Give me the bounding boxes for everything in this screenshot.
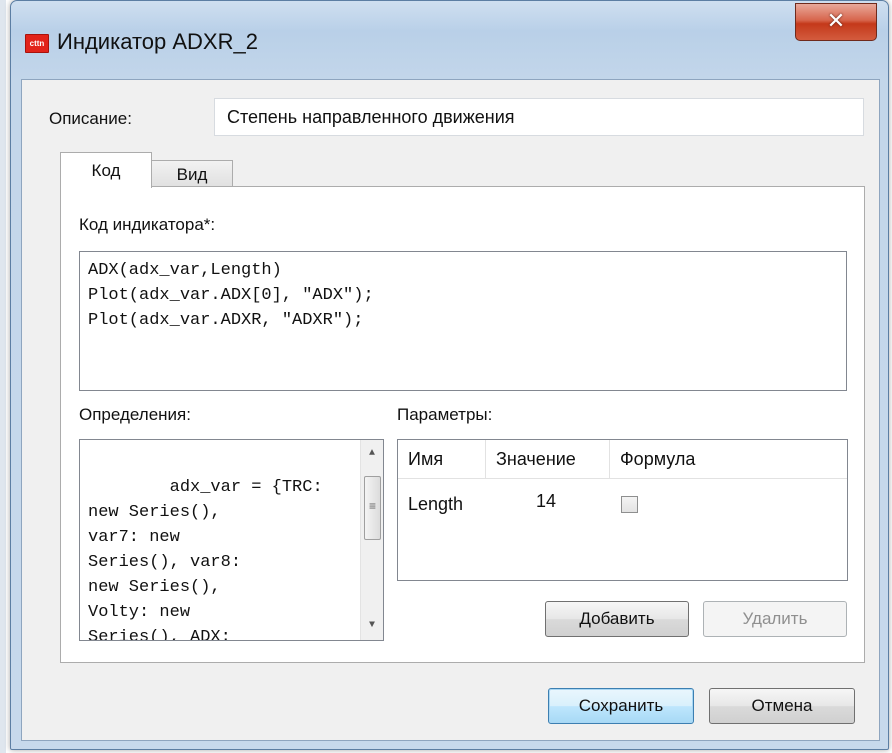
column-header-formula[interactable]: Формула — [610, 440, 847, 478]
formula-checkbox[interactable] — [621, 496, 638, 513]
title-bar[interactable]: cttn Индикатор ADXR_2 ✕ — [11, 1, 888, 81]
background-app-edge — [0, 0, 6, 753]
param-value-cell[interactable]: 14 — [536, 491, 556, 512]
description-input[interactable]: Степень направленного движения — [214, 98, 864, 136]
column-header-value[interactable]: Значение — [486, 440, 610, 478]
definitions-scrollbar[interactable]: ▲ ≡ ▼ — [360, 440, 383, 640]
app-logo-icon: cttn — [25, 34, 49, 53]
tab-code[interactable]: Код — [60, 152, 152, 188]
definitions-label: Определения: — [79, 405, 191, 424]
scroll-down-icon[interactable]: ▼ — [361, 614, 383, 638]
code-tab-panel: Код индикатора*: ADX(adx_var,Length) Plo… — [60, 186, 865, 663]
dialog-client-area: Описание: Степень направленного движения… — [21, 79, 880, 741]
definitions-text: adx_var = {TRC: new Series(), var7: new … — [88, 478, 323, 641]
parameters-grid[interactable]: Имя Значение Формула Length 14 — [397, 439, 848, 581]
scroll-thumb[interactable]: ≡ — [364, 476, 381, 540]
cancel-button[interactable]: Отмена — [709, 688, 855, 724]
param-name-cell[interactable]: Length — [408, 494, 463, 515]
close-icon: ✕ — [826, 8, 846, 33]
code-label: Код индикатора*: — [79, 215, 216, 234]
header-separator — [398, 478, 847, 479]
indicator-code-editor[interactable]: ADX(adx_var,Length) Plot(adx_var.ADX[0],… — [79, 251, 847, 391]
description-label: Описание: — [49, 109, 132, 128]
close-button[interactable]: ✕ — [795, 3, 877, 41]
delete-parameter-button[interactable]: Удалить — [703, 601, 847, 637]
definitions-editor[interactable]: adx_var = {TRC: new Series(), var7: new … — [79, 439, 384, 641]
save-button[interactable]: Сохранить — [548, 688, 694, 724]
column-header-name[interactable]: Имя — [398, 440, 486, 478]
scroll-up-icon[interactable]: ▲ — [361, 442, 383, 466]
tab-view[interactable]: Вид — [151, 160, 233, 188]
dialog-window: cttn Индикатор ADXR_2 ✕ Описание: Степен… — [10, 0, 889, 750]
add-parameter-button[interactable]: Добавить — [545, 601, 689, 637]
parameters-label: Параметры: — [397, 405, 493, 424]
window-title: Индикатор ADXR_2 — [57, 29, 258, 54]
